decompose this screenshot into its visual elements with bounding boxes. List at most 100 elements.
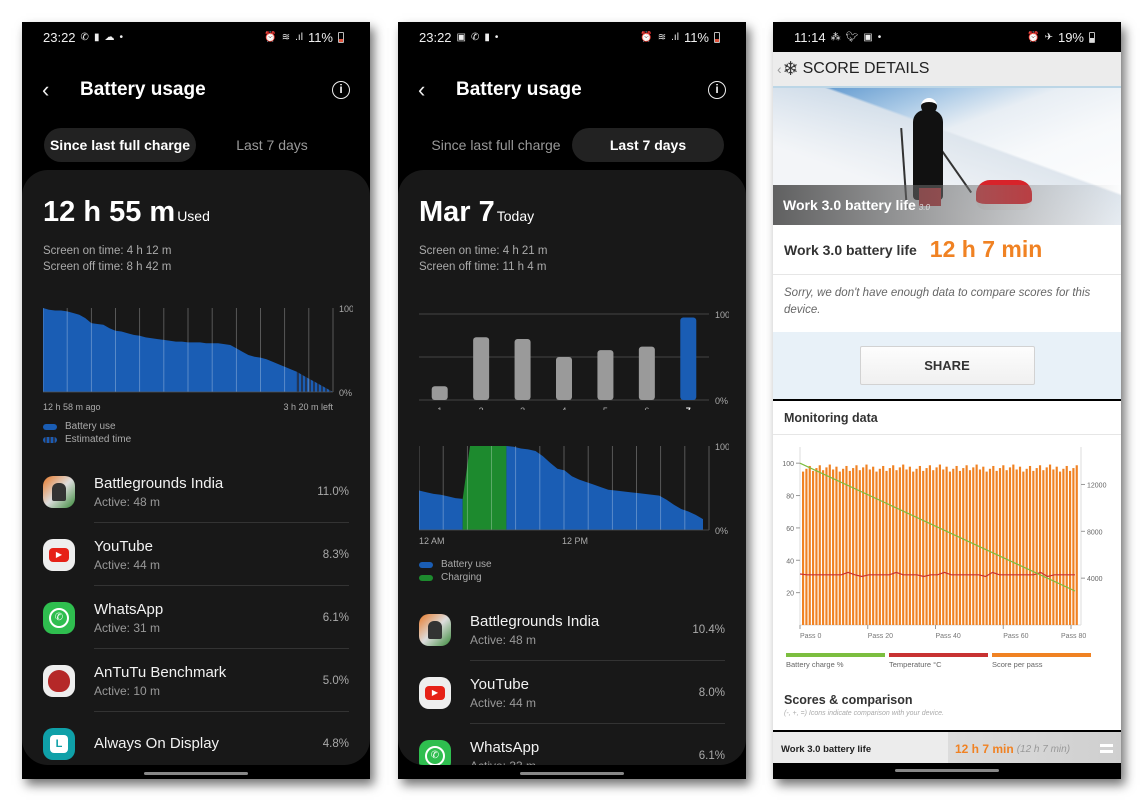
score-bar (1008, 467, 1012, 625)
day-bar-6 (638, 346, 655, 400)
page-title: Battery usage (80, 79, 206, 100)
app-active-time: Active: 31 m (94, 620, 161, 635)
app-active-time: Active: 10 m (94, 683, 161, 698)
score-bar (1038, 465, 1042, 625)
score-bar (882, 465, 885, 625)
app-name: WhatsApp (470, 738, 540, 756)
translate-icon: ⁂ (830, 31, 841, 43)
share-button[interactable]: SHARE (859, 346, 1035, 385)
app-usage-item[interactable]: ✆ WhatsApp Active: 33 m6.1% (398, 724, 746, 765)
whatsapp-icon: ✆ (419, 739, 451, 765)
y-min-label: 0% (339, 388, 352, 398)
app-usage-percent: 8.3% (322, 548, 349, 561)
y-min-label: 0% (715, 526, 728, 536)
day-bar-7 (680, 317, 697, 400)
app-usage-item[interactable]: ✆ WhatsApp Active: 31 m 6.1% (22, 586, 370, 649)
legend-estimated-time: Estimated time (43, 433, 131, 446)
selected-date: Mar 7 (419, 196, 495, 228)
score-bar (822, 470, 825, 625)
score-bar (1052, 469, 1055, 625)
y-max-label: 100 (715, 442, 729, 452)
battery-percent: 11% (307, 29, 333, 45)
legend-swatch (889, 653, 988, 657)
app-usage-item[interactable]: AnTuTu Benchmark Active: 10 m 5.0% (22, 649, 370, 712)
legend-swatch (43, 436, 57, 443)
x-tick-label: Pass 40 (936, 633, 961, 640)
score-row-value: 12 h 7 min (955, 742, 1014, 756)
app-name: YouTube (94, 537, 153, 555)
home-indicator[interactable] (520, 772, 624, 775)
back-button[interactable]: ‹ (418, 77, 448, 103)
day-label: 6 (644, 406, 649, 410)
score-bar (838, 471, 841, 625)
score-bar (858, 470, 861, 625)
app-header: ‹ Battery usage i (22, 52, 370, 128)
aod-icon: L (43, 727, 75, 760)
app-usage-item[interactable]: ▶ YouTube Active: 44 m 8.3% (22, 523, 370, 586)
wifi-icon: ≋ (657, 31, 667, 43)
score-bar (832, 469, 835, 625)
app-usage-percent: 5.0% (322, 674, 349, 687)
app-usage-item[interactable]: L Always On Display 4.8% (22, 712, 370, 765)
back-chevron-icon[interactable]: ‹ (777, 61, 782, 77)
legend-battery-use: Battery use (419, 558, 492, 571)
info-button[interactable]: i (708, 81, 726, 99)
score-bar (852, 468, 855, 625)
tab-last-7-days[interactable]: Last 7 days (572, 128, 724, 162)
tab-last-7-days[interactable]: Last 7 days (196, 128, 348, 162)
bgmi-icon (43, 475, 75, 508)
home-indicator[interactable] (895, 769, 999, 772)
y-max-label: 100 (715, 310, 729, 320)
back-button[interactable]: ‹ (42, 77, 72, 103)
signal-icon: .ıl (295, 31, 303, 43)
battery-percent: 19% (1057, 29, 1084, 45)
battery-icon (1089, 31, 1095, 43)
battery-use-area (419, 490, 463, 530)
tab-bar: Since last full charge Last 7 days (22, 128, 370, 162)
day-bar-2 (473, 337, 490, 400)
legend-label: Score per pass (992, 660, 1043, 669)
status-bar: 23:22 ▣ ✆ ▮ • ⏰ ≋ .ıl 11% (398, 22, 746, 52)
app-active-time: Active: 44 m (470, 695, 537, 710)
score-bar (985, 471, 988, 625)
score-bar (962, 468, 965, 625)
y-right-tick-label: 8000 (1087, 529, 1103, 536)
y-min-label: 0% (715, 396, 728, 406)
score-bar (1015, 469, 1018, 625)
tab-since-full-charge[interactable]: Since last full charge (420, 128, 572, 162)
score-bar (998, 468, 1002, 625)
x-end-label: 3 h 20 m left (283, 402, 333, 412)
info-button[interactable]: i (332, 81, 350, 99)
app-usage-item[interactable]: Battlegrounds India Active: 48 m 11.0% (22, 460, 370, 523)
usage-card: 12 h 55 m Used Screen on time: 4 h 12 m S… (22, 170, 370, 765)
app-name: Battlegrounds India (94, 474, 224, 492)
score-bar (1075, 465, 1078, 625)
score-bar (902, 464, 905, 625)
day-bar-3 (514, 338, 531, 400)
chart-legend: Battery use Estimated time (43, 420, 131, 446)
y-left-tick-label: 80 (786, 494, 794, 501)
app-usage-percent: 10.4% (692, 623, 725, 636)
app-usage-item[interactable]: Battlegrounds India Active: 48 m 10.4% (398, 598, 746, 661)
tab-since-full-charge[interactable]: Since last full charge (44, 128, 196, 162)
app-active-time: Active: 44 m (94, 557, 161, 572)
score-bar (995, 470, 998, 625)
score-bar (865, 464, 868, 625)
score-bar (922, 470, 925, 625)
legend-swatch (419, 561, 433, 568)
legend-swatch (43, 423, 57, 430)
y-right-tick-label: 4000 (1087, 576, 1103, 583)
score-comparison-row[interactable]: Work 3.0 battery life 12 h 7 min (12 h 7… (773, 732, 1121, 766)
y-left-tick-label: 40 (786, 558, 794, 565)
weekly-bar-chart[interactable]: 1 2 3 4 5 6 7 100 0% (419, 300, 729, 410)
pcmark-logo-icon[interactable]: ❄ (783, 58, 799, 81)
score-row-prev: (12 h 7 min) (1016, 743, 1071, 755)
score-bar (1068, 470, 1072, 625)
x-label-12am: 12 AM (419, 536, 445, 546)
screen-off-time: Screen off time: 8 h 42 m (43, 261, 172, 273)
alarm-icon: ⏰ (264, 31, 277, 43)
app-usage-item[interactable]: ▶ YouTube Active: 44 m 8.0% (398, 661, 746, 724)
day-label: 1 (437, 406, 442, 410)
home-indicator[interactable] (144, 772, 248, 775)
score-bar (1042, 470, 1045, 625)
